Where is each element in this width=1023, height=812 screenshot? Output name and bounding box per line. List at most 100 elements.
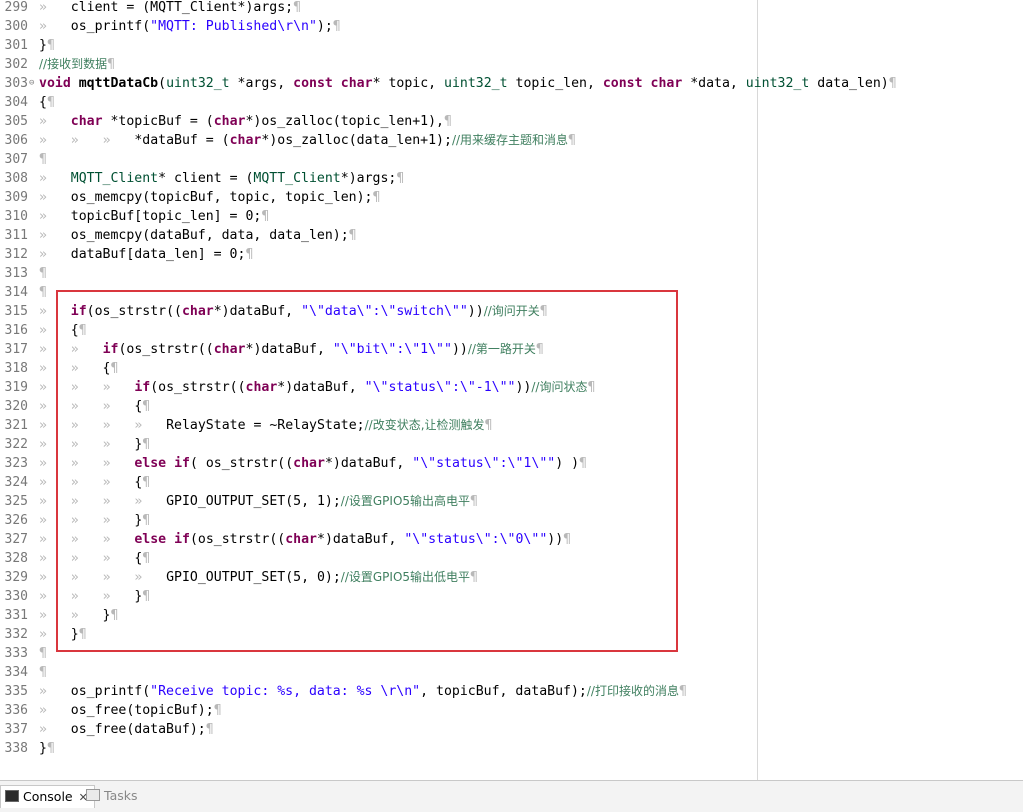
whitespace-marker: »	[39, 247, 55, 262]
whitespace-marker: »	[39, 380, 55, 395]
code-token: mqttDataCb	[78, 76, 159, 91]
line-number: 317	[4, 342, 28, 357]
code-keyword: char	[650, 76, 683, 91]
whitespace-marker: »	[39, 608, 55, 623]
line-number: 304	[4, 95, 28, 110]
tab-console[interactable]: Console ✕	[0, 785, 95, 808]
whitespace-marker: »	[39, 133, 55, 148]
whitespace-marker: ¶	[332, 19, 341, 34]
line-number: 321	[4, 418, 28, 433]
line-number: 303	[4, 76, 28, 91]
tasks-icon	[86, 789, 100, 801]
line-number: 318	[4, 361, 28, 376]
code-string: "Receive topic: %s, data: %s \r\n"	[150, 684, 421, 699]
whitespace-marker: »	[39, 190, 55, 205]
code-keyword: void	[39, 76, 71, 91]
line-number: 328	[4, 551, 28, 566]
code-token: }	[39, 741, 47, 756]
code-keyword: const	[293, 76, 333, 91]
whitespace-marker: ¶	[396, 171, 405, 186]
line-number: 307	[4, 152, 28, 167]
line-number: 334	[4, 665, 28, 680]
code-token: os_memcpy(topicBuf, topic, topic_len);	[54, 190, 373, 205]
line-number: 301	[4, 38, 28, 53]
line-number: 306	[4, 133, 28, 148]
line-number: 331	[4, 608, 28, 623]
code-token: MQTT_Client	[253, 171, 341, 186]
code-token: *args,	[229, 76, 294, 91]
whitespace-marker: ¶	[888, 76, 897, 91]
whitespace-marker: ¶	[46, 741, 55, 756]
whitespace-marker: »	[39, 475, 55, 490]
code-token: os_free(topicBuf);	[54, 703, 214, 718]
code-token: (	[158, 76, 167, 91]
code-keyword: char	[213, 114, 246, 129]
line-number: 315	[4, 304, 28, 319]
code-editor[interactable]: 299» client = (MQTT_Client*)args;¶ 300» o…	[0, 0, 1023, 780]
line-number: 338	[4, 741, 28, 756]
line-number: 309	[4, 190, 28, 205]
code-token: uint32_t	[745, 76, 810, 91]
whitespace-marker: »	[39, 494, 55, 509]
code-text: ¶	[39, 150, 47, 169]
code-token: }	[39, 38, 47, 53]
whitespace-marker: ¶	[293, 0, 302, 15]
code-token: *data,	[682, 76, 746, 91]
line-number: 325	[4, 494, 28, 509]
code-text: }¶	[39, 739, 55, 758]
line-number: 305	[4, 114, 28, 129]
line-number: 327	[4, 532, 28, 547]
whitespace-marker: »	[70, 133, 87, 148]
code-token: os_printf(	[54, 19, 151, 34]
code-keyword: char	[70, 114, 103, 129]
code-comment: //用来缓存主题和消息	[451, 133, 569, 147]
code-text: » » » *dataBuf = (char*)os_zalloc(data_l…	[39, 131, 576, 150]
whitespace-marker: ¶	[39, 266, 47, 281]
whitespace-marker: »	[39, 551, 55, 566]
code-text: void mqttDataCb(uint32_t *args, const ch…	[39, 74, 897, 93]
line-number: 312	[4, 247, 28, 262]
code-text: » os_memcpy(dataBuf, data, data_len);¶	[39, 226, 357, 245]
tab-tasks[interactable]: Tasks	[86, 785, 138, 807]
whitespace-marker: »	[39, 456, 55, 471]
code-text: » client = (MQTT_Client*)args;¶	[39, 0, 301, 17]
whitespace-marker: »	[39, 361, 55, 376]
whitespace-marker: »	[39, 0, 55, 15]
code-text: ¶	[39, 663, 47, 682]
code-comment: //打印接收的消息	[586, 684, 679, 698]
code-token: {	[39, 95, 47, 110]
code-text: » os_memcpy(topicBuf, topic, topic_len);…	[39, 188, 380, 207]
whitespace-marker: »	[39, 513, 55, 528]
highlight-box	[56, 290, 678, 652]
code-comment: //接收到数据	[39, 57, 108, 71]
whitespace-marker: »	[39, 114, 55, 129]
code-token: *)os_zalloc(topic_len+1),	[245, 114, 444, 129]
line-number: 313	[4, 266, 28, 281]
code-keyword: char	[340, 76, 373, 91]
code-token: );	[316, 19, 333, 34]
code-token: topic_len,	[507, 76, 603, 91]
code-text: {¶	[39, 93, 55, 112]
whitespace-marker: ¶	[443, 114, 452, 129]
code-token: uint32_t	[166, 76, 230, 91]
whitespace-marker: »	[39, 19, 55, 34]
whitespace-marker: »	[39, 570, 55, 585]
code-keyword: char	[229, 133, 262, 148]
line-number: 316	[4, 323, 28, 338]
line-number: 323	[4, 456, 28, 471]
code-token: os_printf(	[54, 684, 151, 699]
whitespace-marker: ¶	[46, 38, 55, 53]
whitespace-marker: ¶	[372, 190, 381, 205]
code-token: *)args;	[340, 171, 397, 186]
line-number: 302	[4, 57, 28, 72]
whitespace-marker: ¶	[213, 703, 222, 718]
code-token: * client = (	[158, 171, 254, 186]
code-keyword: const	[602, 76, 643, 91]
code-token: dataBuf[data_len] = 0;	[54, 247, 246, 262]
code-string: "MQTT: Published\r\n"	[150, 19, 317, 34]
fold-toggle-icon[interactable]: ⊖	[29, 74, 38, 93]
code-token: *dataBuf = (	[118, 133, 230, 148]
code-token: MQTT_Client	[70, 171, 159, 186]
